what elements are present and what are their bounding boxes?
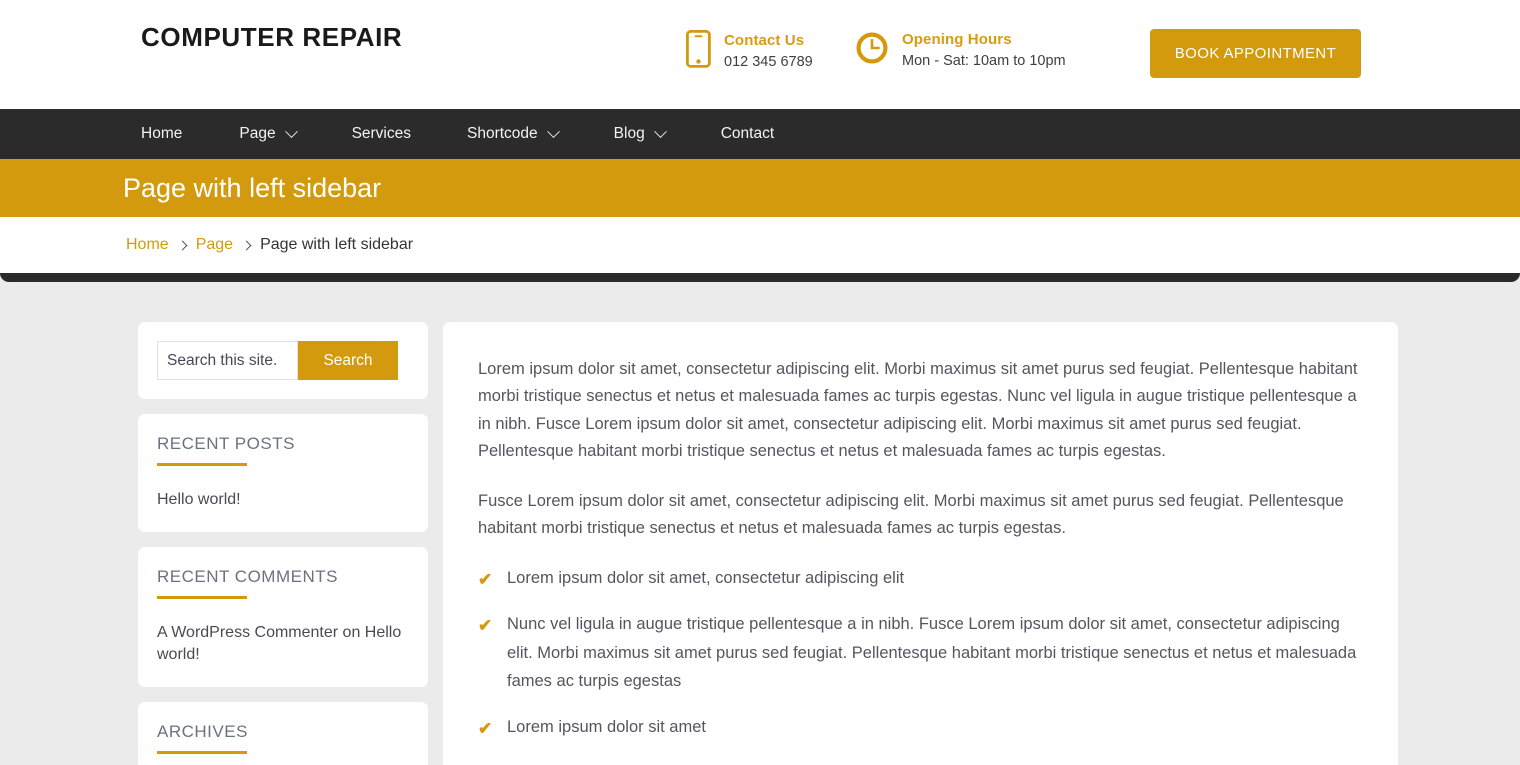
content-paragraph: Lorem ipsum dolor sit amet, consectetur … <box>478 360 1358 461</box>
list-item[interactable]: A WordPress Commenter on Hello world! <box>157 624 401 664</box>
chevron-down-icon <box>653 124 667 138</box>
header-bottom-rule <box>0 273 1520 282</box>
check-icon: ✔ <box>478 570 493 590</box>
list-item-text: Lorem ipsum dolor sit amet <box>507 718 706 737</box>
chevron-down-icon <box>546 124 560 138</box>
clock-icon <box>855 31 889 70</box>
breadcrumb-parent[interactable]: Page <box>196 236 233 254</box>
nav-item-page[interactable]: Page <box>239 124 298 143</box>
nav-label: Contact <box>720 125 775 142</box>
check-icon: ✔ <box>478 760 492 765</box>
site-logo[interactable]: COMPUTER REPAIR <box>141 22 402 53</box>
list-item: ✔ Lorem ipsum dolor sit amet <box>478 713 1358 742</box>
chevron-right-icon <box>241 240 252 250</box>
nav-label: Blog <box>613 125 645 142</box>
book-appointment-button[interactable]: BOOK APPOINTMENT <box>1150 29 1361 78</box>
nav-item-home[interactable]: Home <box>141 125 182 143</box>
widget-title: RECENT COMMENTS <box>157 566 338 586</box>
check-icon: ✔ <box>478 615 493 635</box>
nav-item-blog[interactable]: Blog <box>613 124 667 143</box>
check-icon: ✔ <box>478 719 493 739</box>
feature-check-list: ✔ Lorem ipsum dolor sit amet, consectetu… <box>478 564 1358 765</box>
chevron-down-icon <box>284 124 298 138</box>
title-underline <box>157 463 247 466</box>
search-button[interactable]: Search <box>298 341 398 380</box>
contact-info: Contact Us 012 345 6789 <box>685 29 813 73</box>
breadcrumb-bar: Home Page Page with left sidebar <box>0 217 1520 273</box>
chevron-right-icon <box>177 240 188 250</box>
widget-title: ARCHIVES <box>157 722 248 742</box>
contact-phone: 012 345 6789 <box>724 54 813 71</box>
page-title-banner: Page with left sidebar <box>0 159 1520 217</box>
nav-label: Home <box>141 125 183 142</box>
widget-body: A WordPress Commenter on Hello world! <box>157 622 409 667</box>
main-content-card: Lorem ipsum dolor sit amet, consectetur … <box>443 322 1398 765</box>
recent-posts-widget: RECENT POSTS Hello world! <box>138 414 428 532</box>
site-header: COMPUTER REPAIR Contact Us 012 345 6789 … <box>0 0 1520 109</box>
title-underline <box>157 595 247 599</box>
list-item-text: Lorem ipsum dolor sit amet, consectetur … <box>507 569 905 588</box>
nav-label: Page <box>239 125 276 142</box>
content-paragraph: Fusce Lorem ipsum dolor sit amet, consec… <box>478 491 1344 537</box>
list-item: ✔ Lorem ipsum dolor sit amet, consectetu… <box>478 564 1358 593</box>
recent-comments-widget: RECENT COMMENTS A WordPress Commenter on… <box>138 546 428 688</box>
nav-label: Services <box>351 125 411 142</box>
breadcrumb-current: Page with left sidebar <box>260 236 414 253</box>
hours-title: Opening Hours <box>902 31 1012 48</box>
breadcrumb: Home Page Page with left sidebar <box>126 236 413 254</box>
main-navigation: Home Page Services Shortcode Blog Contac… <box>0 109 1520 159</box>
archives-widget: ARCHIVES <box>138 702 428 765</box>
widget-body: Hello world! <box>157 489 409 512</box>
list-item: ✔ Nunc vel ligula in augue tristique pel… <box>478 610 1358 696</box>
search-input[interactable] <box>157 341 298 380</box>
left-sidebar: Search RECENT POSTS Hello world! RECENT … <box>138 322 428 765</box>
nav-item-services[interactable]: Services <box>352 125 411 143</box>
page-content: Search RECENT POSTS Hello world! RECENT … <box>0 282 1520 765</box>
opening-hours-info: Opening Hours Mon - Sat: 10am to 10pm <box>855 30 1066 71</box>
nav-item-shortcode[interactable]: Shortcode <box>467 124 560 143</box>
nav-item-contact[interactable]: Contact <box>721 125 774 143</box>
title-underline <box>157 751 247 755</box>
breadcrumb-home[interactable]: Home <box>126 236 169 254</box>
widget-title: RECENT POSTS <box>157 434 295 453</box>
page-title: Page with left sidebar <box>123 172 382 203</box>
contact-title: Contact Us <box>724 32 805 50</box>
hours-value: Mon - Sat: 10am to 10pm <box>902 53 1066 70</box>
mobile-phone-icon <box>685 29 711 73</box>
search-widget: Search <box>138 322 428 399</box>
list-item[interactable]: Hello world! <box>157 491 241 508</box>
list-item: ✔ Pellentesque habitant morbi tristique … <box>478 759 1358 765</box>
list-item-text: Nunc vel ligula in augue tristique pelle… <box>507 614 1357 691</box>
nav-label: Shortcode <box>467 125 538 142</box>
